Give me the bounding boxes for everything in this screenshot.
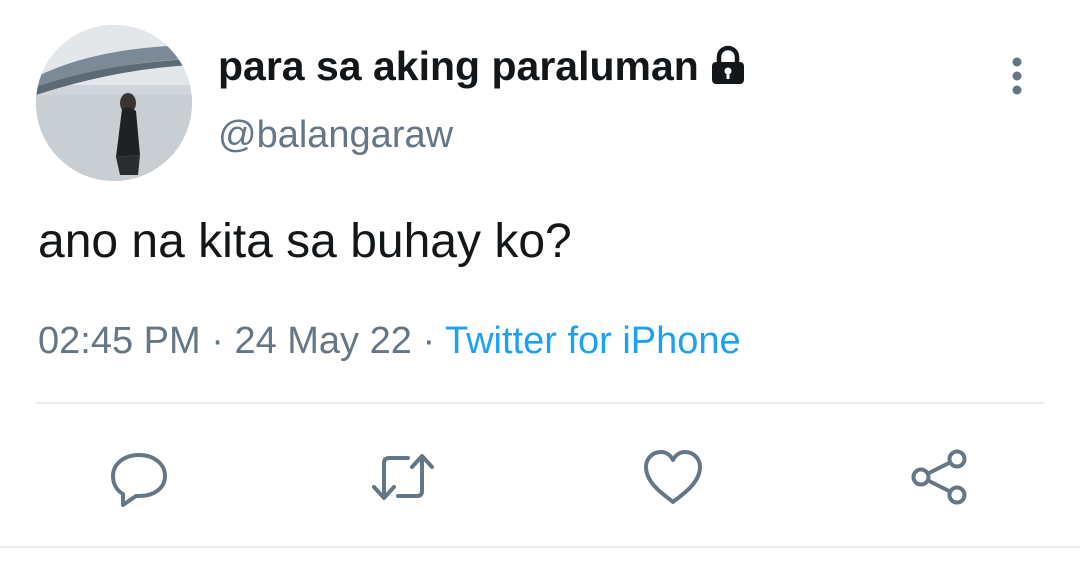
tweet-source-link[interactable]: Twitter for iPhone — [445, 320, 741, 362]
share-button[interactable] — [906, 444, 972, 510]
retweet-button[interactable] — [370, 444, 436, 510]
heart-icon — [644, 450, 702, 504]
divider — [0, 546, 1080, 548]
avatar-photo — [36, 25, 192, 181]
lock-icon — [709, 45, 747, 87]
divider — [36, 402, 1044, 404]
like-button[interactable] — [640, 444, 706, 510]
reply-button[interactable] — [106, 444, 172, 510]
tweet-time: 02:45 PM — [38, 320, 201, 362]
display-name[interactable]: para sa aking paraluman — [218, 40, 747, 92]
meta-separator: · — [200, 320, 235, 362]
more-vertical-icon[interactable] — [996, 52, 1038, 98]
user-handle[interactable]: @balangaraw — [218, 112, 453, 158]
retweet-icon — [372, 454, 434, 500]
share-icon — [911, 449, 967, 505]
display-name-text: para sa aking paraluman — [218, 43, 699, 89]
tweet-meta: 02:45 PM · 24 May 22 · Twitter for iPhon… — [38, 316, 741, 366]
tweet-date: 24 May 22 — [234, 320, 412, 362]
reply-icon — [111, 453, 167, 507]
avatar[interactable] — [36, 25, 192, 181]
meta-separator: · — [411, 320, 445, 362]
tweet-text: ano na kita sa buhay ko? — [38, 215, 572, 268]
